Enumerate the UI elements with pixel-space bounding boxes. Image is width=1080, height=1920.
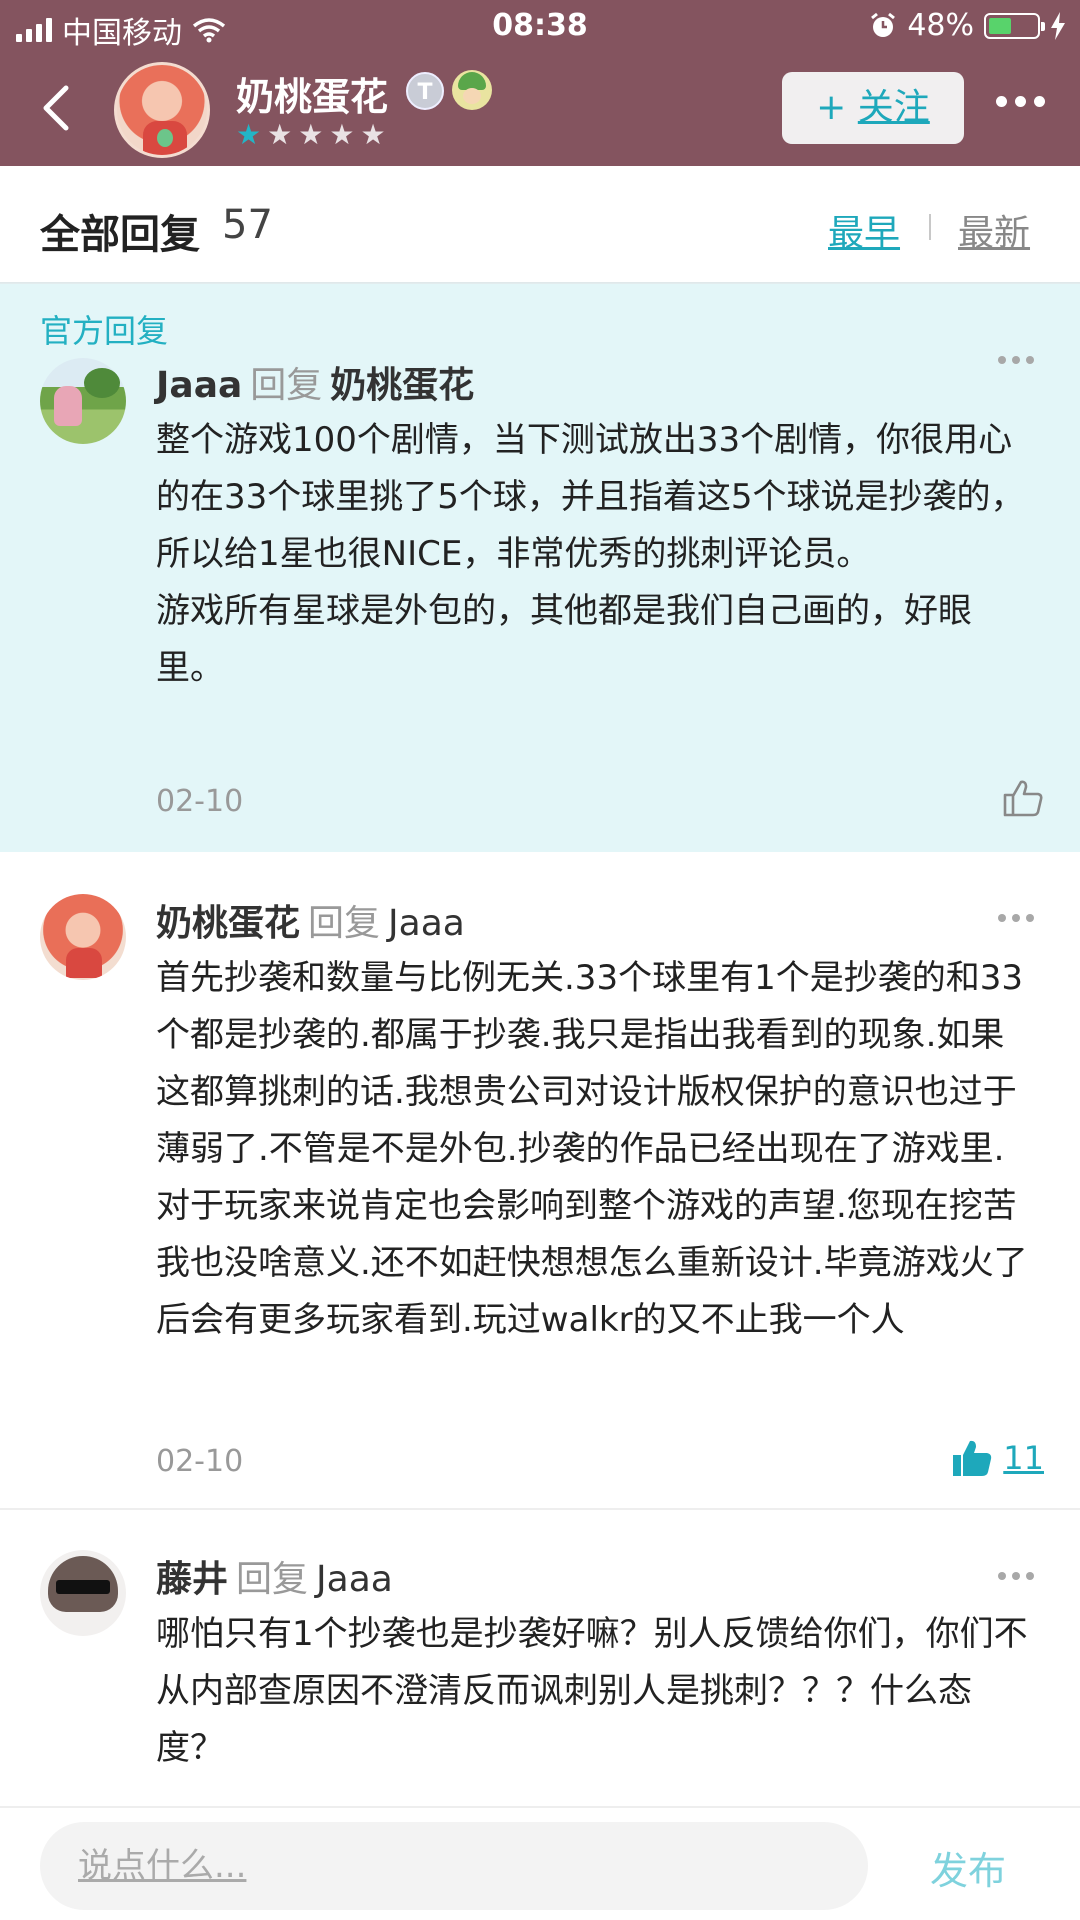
app-header: 中国移动 08:38 48% 奶桃蛋花 T ★ ★ ★ ★ ★ + 关注	[0, 0, 1080, 166]
avatar[interactable]	[40, 358, 126, 444]
comment-item: 奶桃蛋花 回复 Jaaa 首先抄袭和数量与比例无关.33个球里有1个是抄袭的和33个…	[0, 852, 1080, 1508]
sort-newest-tab[interactable]: 最新	[958, 204, 1030, 256]
reply-target[interactable]: 奶桃蛋花	[330, 365, 474, 406]
reply-count: 57	[222, 202, 273, 248]
reply-target[interactable]: Jaaa	[388, 903, 465, 944]
reply-word: 回复	[308, 903, 381, 944]
like-count: 11	[1003, 1439, 1044, 1477]
comment-body: 哪怕只有1个抄袭也是抄袭好嘛？别人反馈给你们，你们不从内部查原因不澄清反而讽刺别…	[156, 1614, 1028, 1768]
status-bar: 中国移动 08:38 48%	[0, 0, 1080, 52]
like-button[interactable]	[1002, 778, 1044, 818]
follow-button[interactable]: + 关注	[782, 72, 964, 144]
back-button[interactable]	[36, 82, 76, 134]
thumbs-up-filled-icon	[953, 1440, 992, 1476]
avatar[interactable]	[40, 894, 126, 980]
chevron-left-icon	[43, 85, 69, 131]
all-replies-title: 全部回复	[40, 212, 200, 258]
comment-more-button[interactable]	[998, 356, 1034, 364]
star-empty-icon: ★	[298, 118, 324, 151]
reply-word: 回复	[250, 365, 323, 406]
status-right: 48%	[869, 8, 1066, 43]
star-empty-icon: ★	[360, 118, 386, 151]
follow-label: 关注	[857, 87, 930, 128]
official-reply-card: 官方回复 Jaaa 回复 奶桃蛋花 整个游戏100个剧情，当下测试放出33个剧情，你…	[0, 284, 1080, 852]
sort-divider	[929, 214, 931, 240]
battery-fill	[989, 17, 1012, 34]
reply-word: 回复	[236, 1559, 309, 1600]
more-menu-button[interactable]	[996, 96, 1045, 107]
comment-more-button[interactable]	[998, 1572, 1034, 1580]
comment-header: 奶桃蛋花 回复 Jaaa	[156, 894, 465, 946]
comment-author[interactable]: Jaaa	[156, 365, 242, 406]
comment-date: 02-10	[156, 784, 244, 819]
alarm-icon	[871, 12, 896, 37]
star-empty-icon: ★	[267, 118, 293, 151]
comment-more-button[interactable]	[998, 914, 1034, 922]
comment-header: 藤井 回复 Jaaa	[156, 1550, 393, 1602]
sort-earliest-tab[interactable]: 最早	[828, 204, 900, 256]
charging-icon	[1051, 11, 1065, 40]
level-badge-icon: T	[406, 72, 444, 110]
comment-date: 02-10	[156, 1444, 244, 1479]
comment-header: Jaaa 回复 奶桃蛋花	[156, 356, 474, 408]
like-button[interactable]: 11	[951, 1438, 1044, 1478]
avatar[interactable]	[40, 1550, 126, 1636]
character-badge-icon	[452, 70, 492, 110]
star-filled-icon: ★	[236, 118, 262, 151]
author-name[interactable]: 奶桃蛋花	[236, 66, 388, 121]
comment-author[interactable]: 奶桃蛋花	[156, 903, 300, 944]
reply-target[interactable]: Jaaa	[316, 1559, 393, 1600]
thumbs-up-outline-icon	[1003, 780, 1043, 817]
reply-sort-bar: 全部回复 57 最早 最新	[0, 166, 1080, 282]
comment-item: 藤井 回复 Jaaa 哪怕只有1个抄袭也是抄袭好嘛？别人反馈给你们，你们不从内部查原…	[0, 1510, 1080, 1806]
plus-icon: +	[816, 87, 847, 128]
comment-body: 首先抄袭和数量与比例无关.33个球里有1个是抄袭的和33个都是抄袭的.都属于抄袭…	[156, 958, 1028, 1340]
comment-composer: 发布	[0, 1806, 1080, 1920]
comment-input[interactable]	[40, 1822, 868, 1910]
comment-body: 整个游戏100个剧情，当下测试放出33个剧情，你很用心的在33个球里挑了5个球，…	[156, 420, 1025, 688]
rating-stars: ★ ★ ★ ★ ★	[236, 118, 386, 151]
battery-percent: 48%	[907, 8, 974, 43]
battery-icon	[984, 12, 1045, 39]
nav-bar: 奶桃蛋花 T ★ ★ ★ ★ ★ + 关注	[0, 52, 1080, 166]
comment-author[interactable]: 藤井	[156, 1559, 228, 1600]
publish-button[interactable]: 发布	[930, 1840, 1006, 1895]
author-avatar[interactable]	[114, 62, 210, 158]
official-reply-label: 官方回复	[40, 312, 169, 350]
star-empty-icon: ★	[329, 118, 355, 151]
